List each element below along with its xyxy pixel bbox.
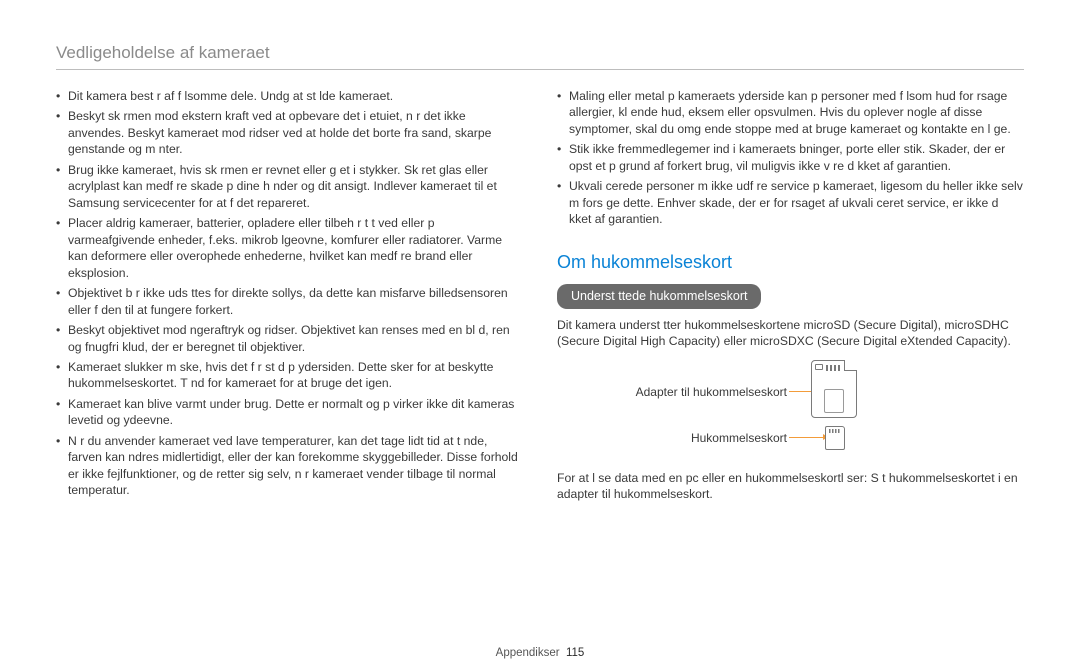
section-rule bbox=[56, 69, 1024, 70]
list-item: N r du anvender kameraet ved lave temper… bbox=[56, 433, 523, 499]
page-footer: Appendikser 115 bbox=[0, 646, 1080, 662]
list-item: Kameraet slukker m ske, hvis det f r st … bbox=[56, 359, 523, 392]
sd-pins-icon bbox=[826, 365, 842, 371]
card-label: Hukommelseskort bbox=[557, 430, 787, 446]
leader-line bbox=[789, 437, 825, 438]
reader-instruction-text: For at l se data med en pc eller en huko… bbox=[557, 470, 1024, 503]
list-item: Kameraet kan blive varmt under brug. Det… bbox=[56, 396, 523, 429]
memory-cards-heading: Om hukommelseskort bbox=[557, 250, 1024, 274]
list-item: Objektivet b r ikke uds ttes for direkte… bbox=[56, 285, 523, 318]
sd-adapter-icon bbox=[811, 360, 857, 418]
left-column: Dit kamera best r af f lsomme dele. Undg… bbox=[56, 88, 523, 513]
page-number: 115 bbox=[566, 647, 584, 659]
right-column: Maling eller metal p kameraets yderside … bbox=[557, 88, 1024, 513]
supported-cards-text: Dit kamera underst tter hukommelseskorte… bbox=[557, 317, 1024, 350]
adapter-label: Adapter til hukommelseskort bbox=[557, 384, 787, 400]
care-bullets-right: Maling eller metal p kameraets yderside … bbox=[557, 88, 1024, 228]
card-adapter-diagram: Adapter til hukommelseskort Hukommelsesk… bbox=[557, 360, 1024, 460]
list-item: Placer aldrig kameraer, batterier, oplad… bbox=[56, 215, 523, 281]
list-item: Brug ikke kameraet, hvis sk rmen er revn… bbox=[56, 162, 523, 211]
list-item: Maling eller metal p kameraets yderside … bbox=[557, 88, 1024, 137]
care-bullets-left: Dit kamera best r af f lsomme dele. Undg… bbox=[56, 88, 523, 499]
list-item: Stik ikke fremmedlegemer ind i kameraets… bbox=[557, 141, 1024, 174]
microsd-card-icon bbox=[825, 426, 845, 450]
footer-label: Appendikser bbox=[496, 647, 560, 659]
list-item: Ukvali cerede personer m ikke udf re ser… bbox=[557, 178, 1024, 227]
supported-cards-pill: Underst ttede hukommelseskort bbox=[557, 284, 761, 309]
two-column-layout: Dit kamera best r af f lsomme dele. Undg… bbox=[56, 88, 1024, 513]
manual-page: Vedligeholdelse af kameraet Dit kamera b… bbox=[0, 42, 1080, 672]
sd-slot-icon bbox=[824, 389, 844, 413]
list-item: Dit kamera best r af f lsomme dele. Undg… bbox=[56, 88, 523, 104]
list-item: Beskyt sk rmen mod ekstern kraft ved at … bbox=[56, 108, 523, 157]
list-item: Beskyt objektivet mod ngeraftryk og rids… bbox=[56, 322, 523, 355]
section-title: Vedligeholdelse af kameraet bbox=[56, 42, 1024, 65]
